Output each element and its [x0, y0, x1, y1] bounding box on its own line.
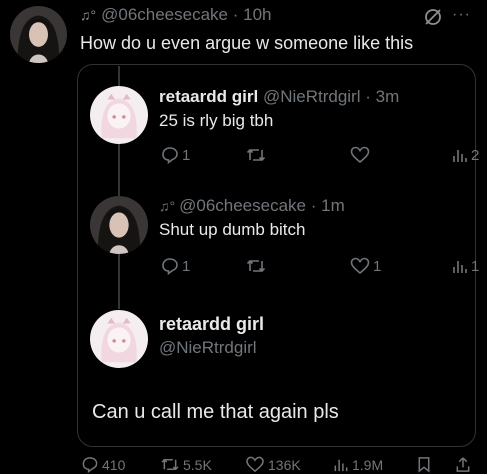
views-count: 2 [471, 146, 480, 164]
like-button[interactable]: 136K [245, 456, 301, 473]
reply-count: 1 [182, 257, 191, 275]
profile-avatar[interactable] [90, 310, 148, 368]
like-icon [246, 456, 264, 473]
like-count: 1 [373, 257, 382, 275]
main-tweet-header: ♫° @06cheesecake · 10h [80, 5, 272, 24]
grok-icon[interactable] [423, 7, 443, 27]
bookmark-icon [418, 457, 430, 473]
views-button[interactable]: 2 [452, 146, 479, 164]
retweet-icon [246, 149, 266, 161]
retweet-count: 5.5K [183, 456, 212, 473]
share-icon [456, 457, 470, 472]
music-glyph: ♫° [80, 7, 97, 23]
views-icon [453, 150, 467, 162]
reply-handle[interactable]: @06cheesecake [179, 196, 306, 215]
main-tweet-text: How do u even argue w someone like this [80, 33, 414, 53]
like-button[interactable]: 1 [350, 257, 381, 275]
reply-time[interactable]: 3m [376, 87, 400, 106]
views-count: 1 [471, 257, 480, 275]
screenshot: ♫° @06cheesecake · 10h ··· How do u even … [0, 0, 487, 474]
retweet-button[interactable]: 5.5K [160, 456, 212, 473]
reply-text: 25 is rly big tbh [159, 111, 274, 130]
more-icon[interactable]: ··· [452, 6, 471, 24]
profile-display-name[interactable]: retaardd girl [159, 314, 264, 335]
reply-header: ♫° @06cheesecake · 1m [159, 196, 345, 215]
share-button[interactable] [454, 456, 472, 473]
reply-button[interactable]: 1 [161, 257, 190, 275]
bookmark-button[interactable] [417, 456, 431, 473]
reply-icon [82, 457, 98, 473]
views-icon [334, 459, 348, 472]
reply-count: 410 [102, 456, 126, 473]
views-button[interactable]: 1 [452, 257, 479, 275]
reply-icon [162, 258, 178, 275]
reply-avatar[interactable] [90, 196, 148, 254]
like-icon [350, 146, 370, 164]
views-icon [453, 261, 467, 273]
like-count: 136K [268, 456, 301, 473]
main-tweet-handle[interactable]: @06cheesecake [101, 5, 228, 24]
retweet-button[interactable] [246, 146, 269, 164]
reply-icon [162, 147, 178, 164]
main-tweet-time[interactable]: 10h [243, 5, 271, 24]
reply-display-name[interactable]: retaardd girl [159, 87, 258, 106]
like-icon [350, 257, 370, 275]
thread-line [118, 254, 120, 309]
reply-handle[interactable]: @NieRtrdgirl [263, 87, 361, 106]
reply-button[interactable]: 1 [161, 146, 190, 164]
reply-header: retaardd girl @NieRtrdgirl · 3m [159, 87, 400, 106]
reply-text: Shut up dumb bitch [159, 220, 306, 239]
thread-line [118, 144, 120, 196]
views-count: 1.9M [352, 456, 384, 473]
thread-line [118, 66, 120, 86]
retweet-button[interactable] [246, 257, 269, 275]
main-tweet-avatar[interactable] [10, 6, 67, 63]
like-button[interactable] [350, 146, 373, 164]
final-message: Can u call me that again pls [92, 401, 339, 423]
retweet-icon [161, 459, 179, 470]
music-glyph: ♫° [159, 198, 176, 214]
views-button[interactable]: 1.9M [333, 456, 383, 473]
tweet-action-bar: 410 5.5K 136K 1.9M [79, 456, 487, 474]
reply-button[interactable]: 410 [81, 456, 125, 473]
reply-avatar[interactable] [90, 86, 148, 144]
reply-count: 1 [182, 146, 191, 164]
profile-handle[interactable]: @NieRtrdgirl [159, 338, 257, 358]
retweet-icon [246, 260, 266, 272]
reply-time[interactable]: 1m [321, 196, 345, 215]
